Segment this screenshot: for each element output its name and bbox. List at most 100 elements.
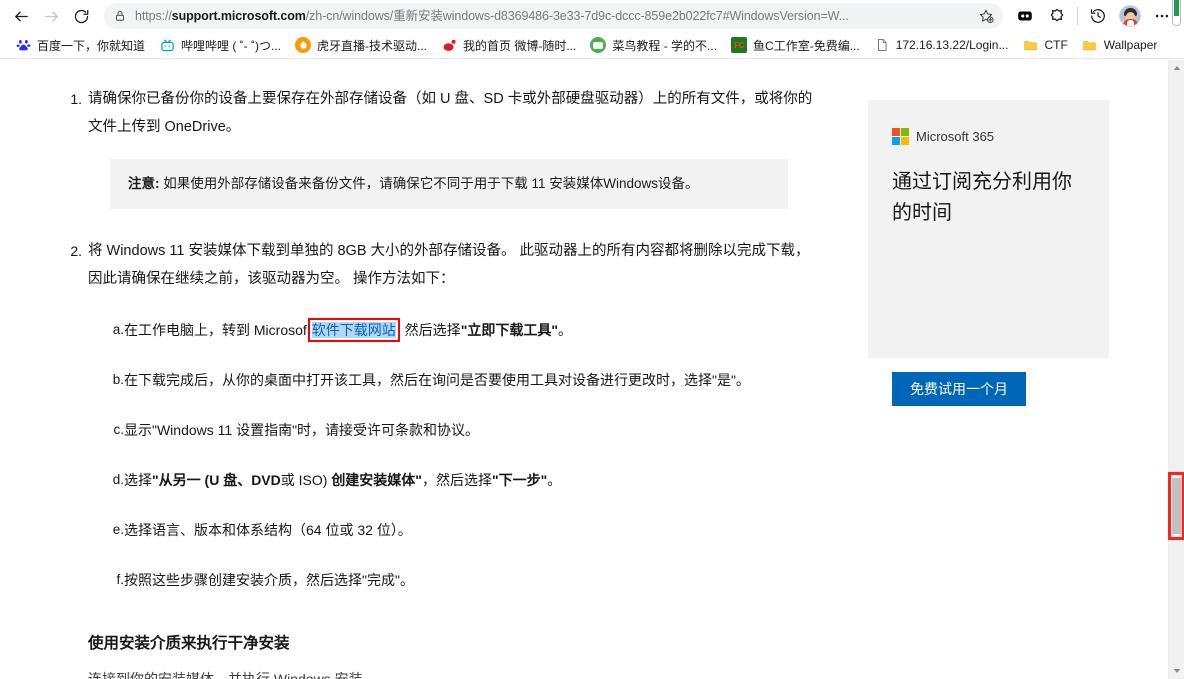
- avatar: [1119, 5, 1141, 27]
- sub-d-suffix: 。: [547, 472, 562, 488]
- software-download-site-link[interactable]: 软件下载网站: [311, 322, 396, 338]
- bookmark-runoob[interactable]: 菜鸟教程 - 学的不...: [583, 34, 724, 56]
- bilibili-icon: [159, 37, 176, 53]
- sub-a-suffix: 。: [557, 322, 572, 338]
- bookmark-label: 哔哩哔哩 ( ˚- ˚)つ...: [181, 38, 282, 53]
- list-marker: d.: [112, 472, 124, 487]
- bookmark-weibo[interactable]: 我的首页 微博-随时...: [434, 34, 583, 56]
- sub-step-d: d. 选择"从另一 (U 盘、DVD或 ISO) 创建安装媒体"，然后选择"下一…: [113, 467, 818, 493]
- toolbar-divider: [1077, 7, 1078, 25]
- toolbar-right-icons: [1009, 2, 1178, 30]
- reload-button[interactable]: [66, 2, 96, 30]
- page-viewport: 1. 请确保你已备份你的设备上要保存在外部存储设备（如 U 盘、SD 卡或外部硬…: [0, 60, 1168, 679]
- sub-d-tail: ，然后选择: [421, 472, 492, 488]
- baidu-icon: [15, 37, 31, 53]
- list-item-step2: 2. 将 Windows 11 安装媒体下载到单独的 8GB 大小的外部存储设备…: [70, 237, 818, 293]
- bookmarks-bar: 百度一下，你就知道 哔哩哔哩 ( ˚- ˚)つ... 虎牙直播-技术驱动...: [0, 32, 1184, 59]
- scroll-down-arrow-icon[interactable]: [1169, 663, 1184, 679]
- note-callout: 注意: 如果使用外部存储设备来备份文件，请确保它不同于用于下载 11 安装媒体W…: [110, 159, 788, 209]
- back-button[interactable]: [6, 2, 36, 30]
- bookmark-folder-ctf[interactable]: CTF: [1015, 34, 1074, 56]
- note-label: 注意:: [128, 176, 160, 191]
- bookmark-label: 鱼C工作室-免费编...: [753, 38, 860, 53]
- lock-icon: [114, 9, 126, 23]
- edge-bar: [1171, 0, 1181, 26]
- bookmark-label: CTF: [1044, 38, 1068, 52]
- promo-card: Microsoft 365 通过订阅充分利用你的时间 免费试用一个月: [868, 100, 1109, 406]
- weibo-icon: [441, 37, 458, 53]
- edge-bar-fill: [1173, 0, 1179, 16]
- bookmark-bilibili[interactable]: 哔哩哔哩 ( ˚- ˚)つ...: [152, 34, 288, 56]
- bookmark-login-page[interactable]: 172.16.13.22/Login...: [867, 34, 1016, 56]
- sub-d-midplain: 或 ISO): [280, 472, 332, 488]
- sub-step-f: f. 按照这些步骤创建安装介质，然后选择"完成"。: [116, 567, 818, 593]
- bookmark-fishc[interactable]: FC 鱼C工作室-免费编...: [724, 34, 867, 56]
- bookmark-label: 172.16.13.22/Login...: [895, 38, 1009, 52]
- article-body: 1. 请确保你已备份你的设备上要保存在外部存储设备（如 U 盘、SD 卡或外部硬…: [70, 85, 818, 679]
- avatar-collar: [1127, 20, 1134, 26]
- promo-brand: Microsoft 365: [892, 128, 1085, 145]
- profile-avatar[interactable]: [1114, 2, 1146, 30]
- list-marker: 2.: [70, 243, 82, 259]
- sub-f-text: 按照这些步骤创建安装介质，然后选择"完成"。: [124, 572, 414, 588]
- promo-brand-text: Microsoft 365: [916, 129, 995, 144]
- sub-e-text: 选择语言、版本和体系结构（64 位或 32 位）。: [124, 522, 412, 538]
- cut-off-paragraph: 连接到你的安装媒体，并执行 Windows 安装。: [88, 671, 377, 679]
- free-trial-button[interactable]: 免费试用一个月: [892, 372, 1026, 406]
- step1-text: 请确保你已备份你的设备上要保存在外部存储设备（如 U 盘、SD 卡或外部硬盘驱动…: [88, 91, 813, 135]
- sub-step-c: c. 显示"Windows 11 设置指南"时，请接受许可条款和协议。: [113, 417, 818, 443]
- list-marker: c.: [113, 422, 124, 437]
- sub-a-bold: "立即下载工具": [460, 322, 558, 338]
- huya-icon: [295, 37, 312, 53]
- window-edge-indicator: [1168, 0, 1184, 32]
- sub-d-bold2: 创建安装媒体": [331, 472, 422, 488]
- scrollbar-thumb[interactable]: [1172, 478, 1183, 534]
- sub-d-bold1: "从另一 (U 盘、DVD: [152, 472, 281, 488]
- history-icon[interactable]: [1082, 2, 1114, 30]
- section-heading: 使用安装介质来执行干净安装: [88, 635, 290, 652]
- browser-essentials-icon[interactable]: [1041, 2, 1073, 30]
- sub-d-prefix: 选择: [124, 472, 152, 488]
- folder-icon: [1081, 37, 1098, 53]
- microsoft-logo-icon: [892, 128, 909, 145]
- scroll-up-arrow-icon[interactable]: [1169, 60, 1184, 76]
- address-bar[interactable]: https://support.microsoft.com/zh-cn/wind…: [104, 3, 1003, 29]
- fishc-icon: FC: [731, 37, 748, 53]
- list-marker: f.: [116, 572, 124, 587]
- bookmark-label: 我的首页 微博-随时...: [463, 38, 577, 53]
- browser-toolbar: https://support.microsoft.com/zh-cn/wind…: [0, 0, 1184, 32]
- collections-icon[interactable]: [1009, 2, 1041, 30]
- sub-d-bold3: "下一步": [491, 472, 548, 488]
- favorite-icon[interactable]: [973, 4, 999, 28]
- bookmark-folder-wallpaper[interactable]: Wallpaper: [1075, 34, 1165, 56]
- sub-step-a: a. 在工作电脑上，转到 Microsof 软件下载网站 然后选择"立即下载工具"…: [113, 317, 818, 343]
- sub-step-e: e. 选择语言、版本和体系结构（64 位或 32 位）。: [113, 517, 818, 543]
- page-scrollbar[interactable]: [1168, 60, 1184, 679]
- list-marker: 1.: [70, 91, 82, 107]
- list-marker: b.: [112, 372, 124, 387]
- sub-c-text: 显示"Windows 11 设置指南"时，请接受许可条款和协议。: [124, 422, 480, 438]
- sub-step-b: b. 在下载完成后，从你的桌面中打开该工具，然后在询问是否要使用工具对设备进行更…: [113, 367, 818, 393]
- sub-a-prefix: 在工作电脑上，转到 Microsof: [124, 322, 307, 338]
- sub-a-middle: 然后选择: [400, 322, 461, 338]
- bookmark-label: 菜鸟教程 - 学的不...: [612, 38, 718, 53]
- browser-chrome: https://support.microsoft.com/zh-cn/wind…: [0, 0, 1184, 60]
- bookmark-label: 虎牙直播-技术驱动...: [317, 38, 428, 53]
- url-text: https://support.microsoft.com/zh-cn/wind…: [135, 9, 849, 23]
- sub-b-text: 在下载完成后，从你的桌面中打开该工具，然后在询问是否要使用工具对设备进行更改时，…: [124, 372, 750, 388]
- folder-icon: [1022, 37, 1039, 53]
- bookmark-label: 百度一下，你就知道: [37, 38, 146, 53]
- page-icon: [873, 37, 890, 53]
- bookmark-baidu[interactable]: 百度一下，你就知道: [8, 34, 152, 56]
- bookmark-label: Wallpaper: [1103, 38, 1158, 52]
- sub-step-list: a. 在工作电脑上，转到 Microsof 软件下载网站 然后选择"立即下载工具"…: [113, 317, 818, 593]
- list-marker: a.: [112, 322, 124, 337]
- red-annotation-box: 软件下载网站: [307, 318, 400, 342]
- list-marker: e.: [112, 522, 124, 537]
- list-item-step1: 1. 请确保你已备份你的设备上要保存在外部存储设备（如 U 盘、SD 卡或外部硬…: [70, 85, 818, 141]
- note-text: 如果使用外部存储设备来备份文件，请确保它不同于用于下载 11 安装媒体Windo…: [159, 176, 699, 191]
- forward-button[interactable]: [36, 2, 66, 30]
- runoob-icon: [590, 37, 607, 53]
- bookmark-huya[interactable]: 虎牙直播-技术驱动...: [288, 34, 434, 56]
- step2-text: 将 Windows 11 安装媒体下载到单独的 8GB 大小的外部存储设备。 此…: [88, 243, 810, 287]
